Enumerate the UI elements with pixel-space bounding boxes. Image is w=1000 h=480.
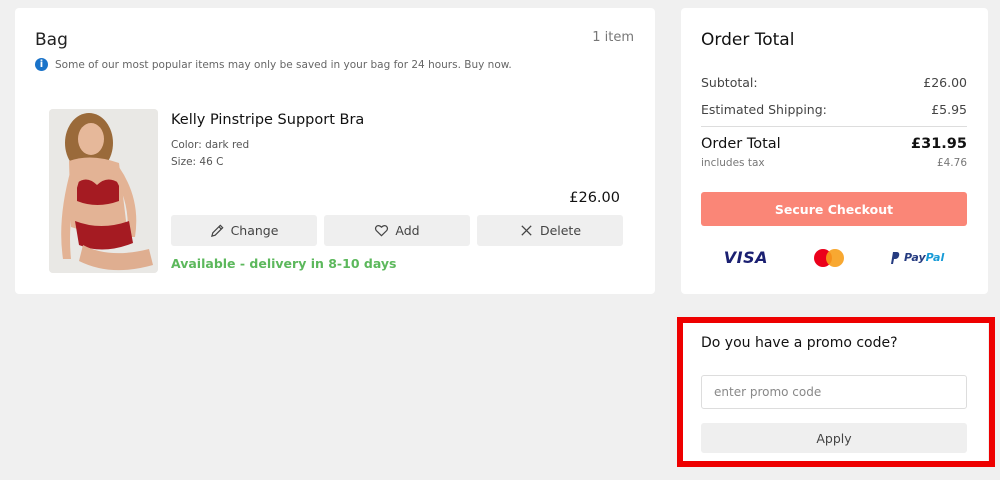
paypal-icon: [891, 251, 900, 264]
bag-card: Bag 1 item i Some of our most popular it…: [15, 8, 655, 294]
add-label: Add: [395, 223, 420, 238]
visa-logo: VISA: [723, 248, 769, 267]
promo-code-input[interactable]: [701, 375, 967, 409]
bag-notice: i Some of our most popular items may onl…: [35, 58, 512, 71]
bag-title: Bag: [35, 30, 68, 50]
shipping-row: Estimated Shipping: £5.95: [701, 102, 967, 117]
payment-methods: VISA PayPal: [701, 248, 967, 267]
order-total-title: Order Total: [701, 30, 795, 50]
product-price: £26.00: [569, 190, 620, 206]
product-name[interactable]: Kelly Pinstripe Support Bra: [171, 112, 364, 128]
shipping-value: £5.95: [931, 102, 967, 117]
heart-icon: [375, 224, 389, 237]
mastercard-logo: [814, 248, 845, 267]
delete-label: Delete: [539, 223, 582, 238]
promo-title: Do you have a promo code?: [701, 335, 898, 351]
info-icon: i: [35, 58, 48, 71]
subtotal-row: Subtotal: £26.00: [701, 75, 967, 90]
shipping-label: Estimated Shipping:: [701, 102, 827, 117]
paypal-logo: PayPal: [890, 251, 944, 264]
add-button[interactable]: Add: [324, 215, 470, 246]
divider: [701, 126, 967, 127]
paypal-text-2: Pal: [925, 251, 945, 264]
apply-button[interactable]: Apply: [701, 423, 967, 453]
close-icon: [521, 225, 532, 236]
product-size: Size: 46 C: [171, 156, 224, 168]
notice-text: Some of our most popular items may only …: [55, 58, 512, 71]
bag-item-count: 1 item: [592, 30, 634, 45]
product-image[interactable]: [49, 109, 158, 273]
total-row: Order Total £31.95: [701, 136, 967, 152]
availability-status: Available - delivery in 8-10 days: [171, 256, 397, 271]
promo-code-card: Do you have a promo code? Apply: [681, 318, 988, 462]
tax-row: includes tax £4.76: [701, 157, 967, 169]
delete-button[interactable]: Delete: [477, 215, 623, 246]
subtotal-value: £26.00: [923, 75, 967, 90]
change-button[interactable]: Change: [171, 215, 317, 246]
product-color: Color: dark red: [171, 139, 250, 151]
item-actions: Change Add Delete: [171, 215, 623, 246]
total-label: Order Total: [701, 136, 781, 152]
tax-label: includes tax: [701, 157, 765, 169]
change-label: Change: [230, 223, 279, 238]
order-total-card: Order Total Subtotal: £26.00 Estimated S…: [681, 8, 988, 294]
subtotal-label: Subtotal:: [701, 75, 758, 90]
pencil-icon: [210, 224, 224, 238]
paypal-text-1: Pay: [904, 251, 926, 264]
tax-value: £4.76: [936, 157, 967, 169]
secure-checkout-button[interactable]: Secure Checkout: [701, 192, 967, 226]
total-value: £31.95: [911, 136, 967, 152]
